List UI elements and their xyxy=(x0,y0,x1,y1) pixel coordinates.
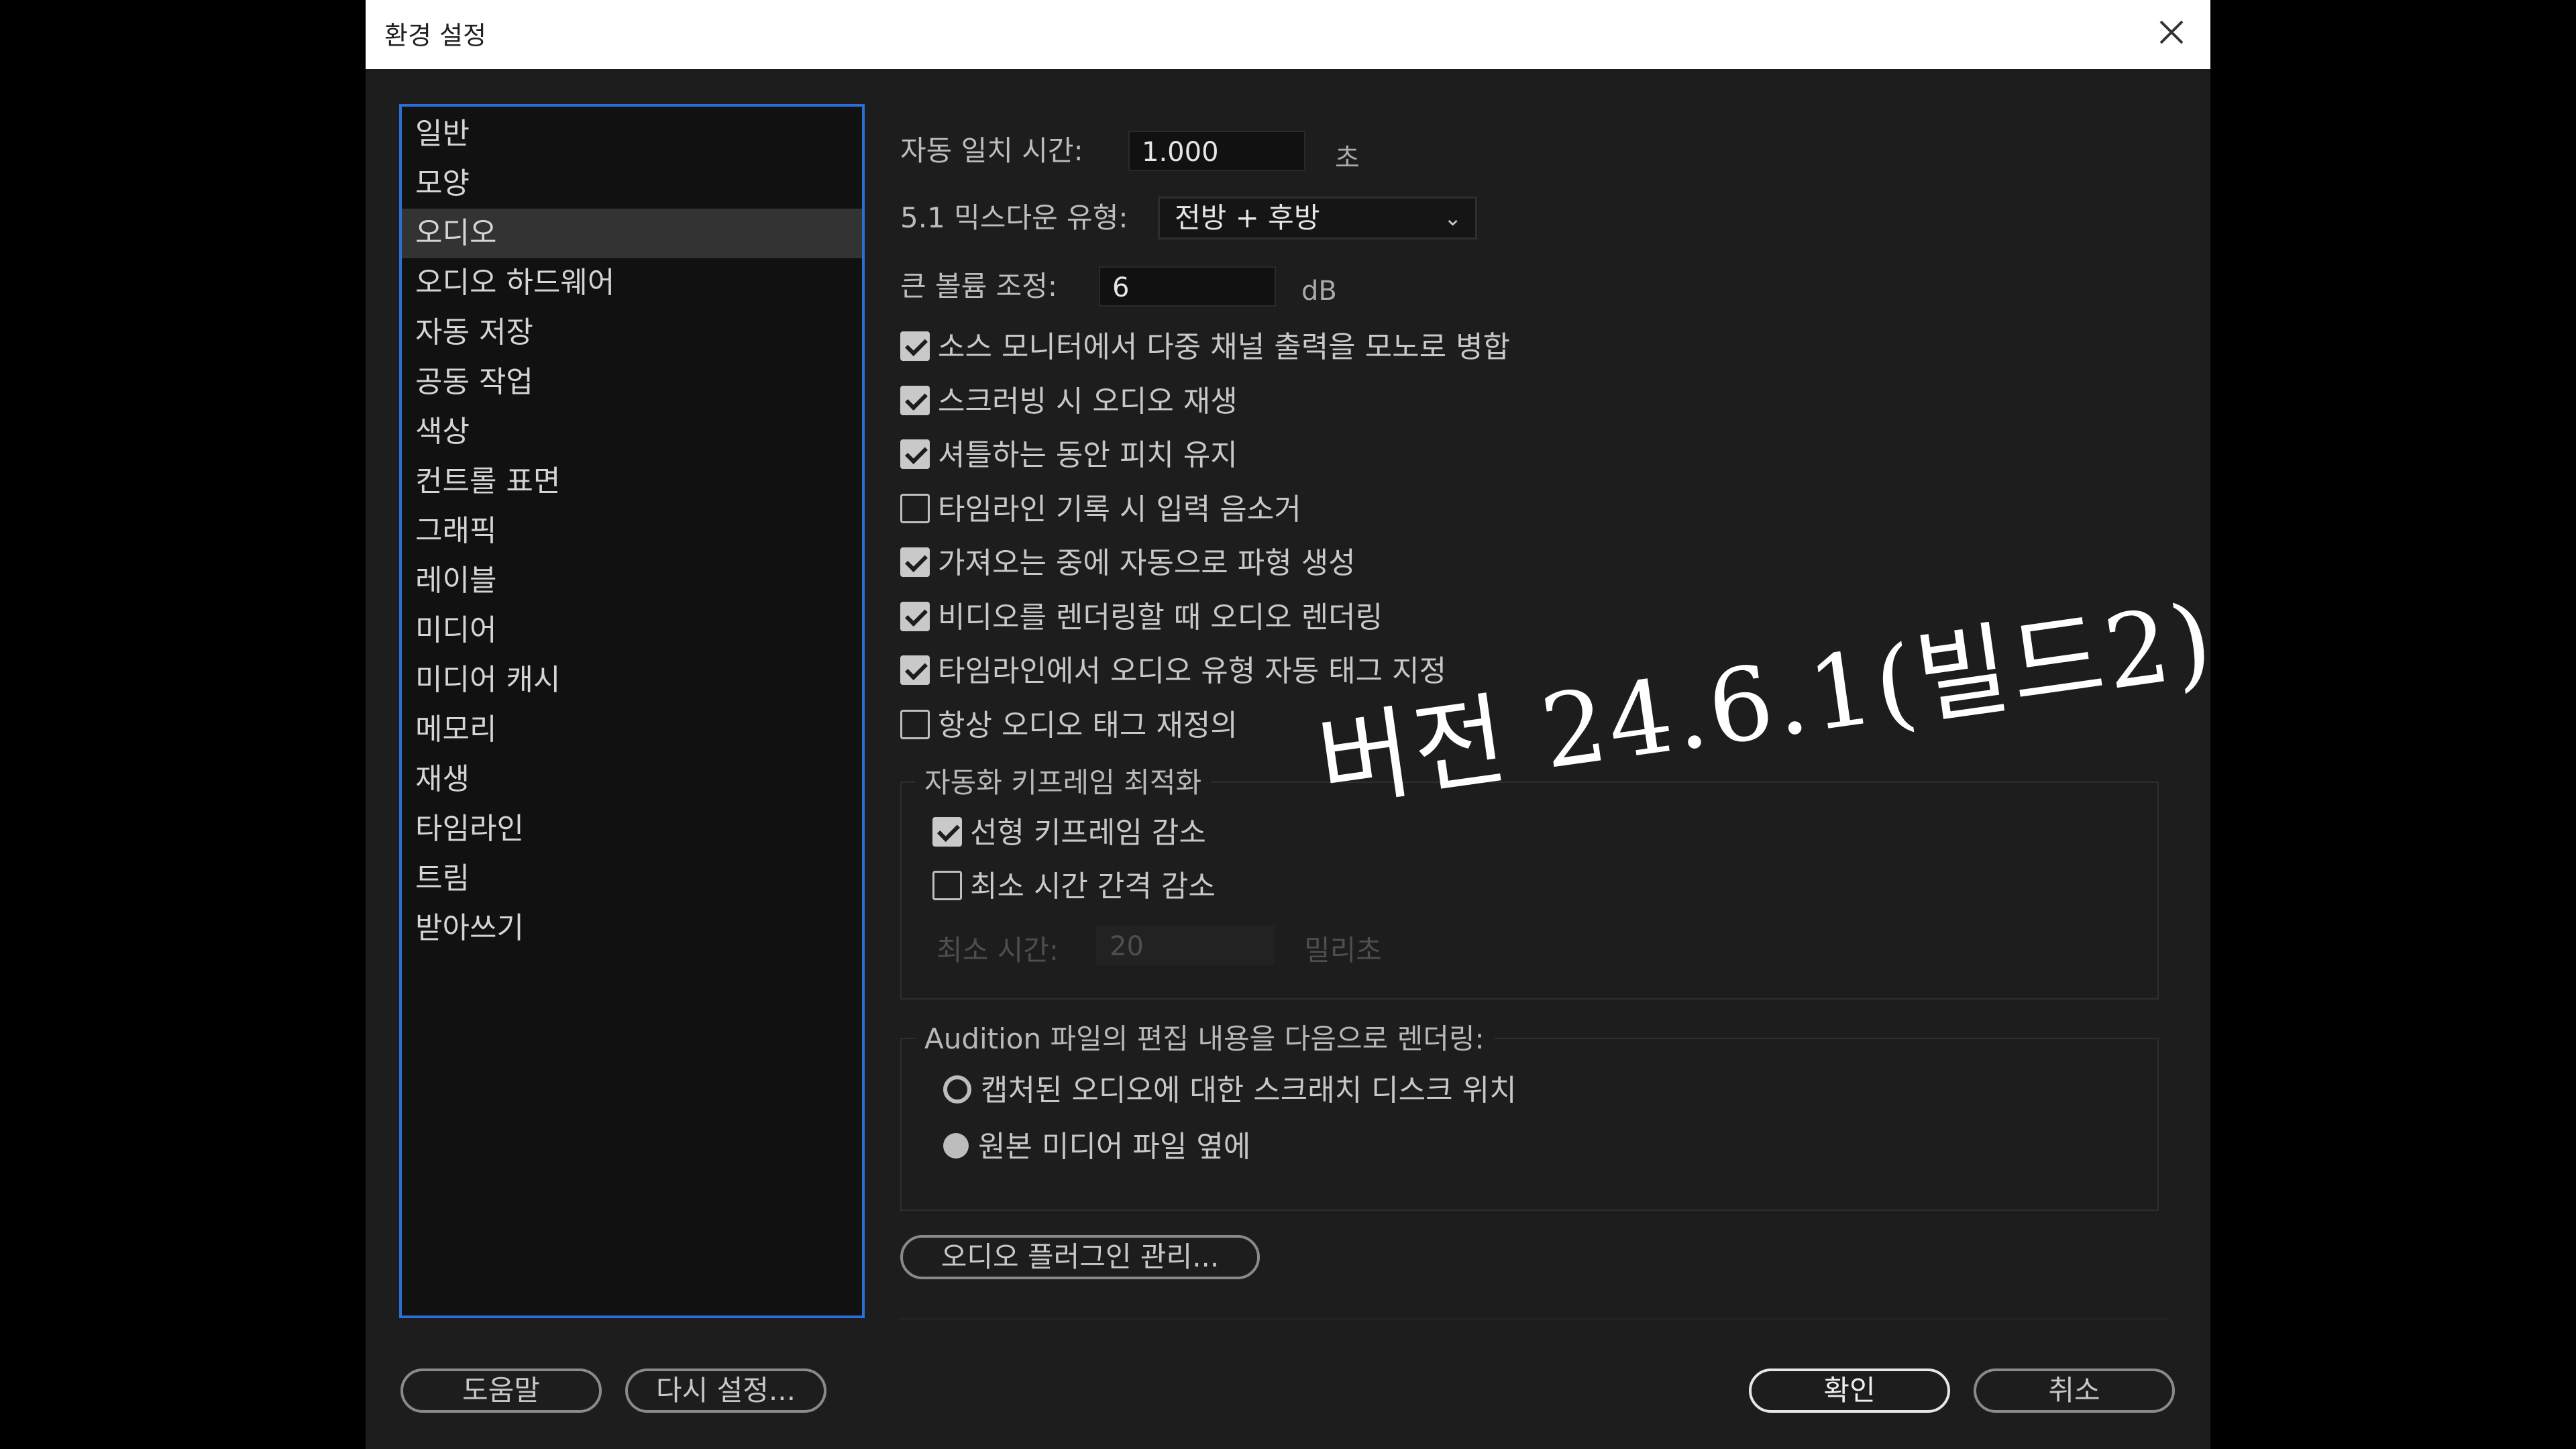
sidebar-item-appearance[interactable]: 모양 xyxy=(402,159,862,209)
keyframe-optimization-group: 자동화 키프레임 최적화 선형 키프레임 감소 최소 시간 간격 감소 최소 시… xyxy=(900,760,2159,1000)
checkbox-linear-keyframe[interactable]: 선형 키프레임 감소 xyxy=(932,810,1206,857)
reset-button[interactable]: 다시 설정... xyxy=(625,1368,826,1413)
sidebar-item-graphics[interactable]: 그래픽 xyxy=(402,506,862,556)
sidebar-item-audio[interactable]: 오디오 xyxy=(402,209,862,258)
manage-audio-plugins-button[interactable]: 오디오 플러그인 관리... xyxy=(900,1235,1260,1279)
sidebar-item-playback[interactable]: 재생 xyxy=(402,755,862,804)
sidebar-item-general[interactable]: 일반 xyxy=(402,109,862,159)
radio-selected-icon xyxy=(943,1133,969,1159)
checkbox-unchecked-icon xyxy=(932,871,962,900)
checkbox-mute-input[interactable]: 타임라인 기록 시 입력 음소거 xyxy=(900,486,1301,533)
checkbox-unchecked-icon xyxy=(900,710,930,739)
checkbox-checked-icon xyxy=(900,386,930,415)
window-title: 환경 설정 xyxy=(384,21,486,50)
auto-match-unit: 초 xyxy=(1335,143,1360,174)
checkbox-merge-mono[interactable]: 소스 모니터에서 다중 채널 출력을 모노로 병합 xyxy=(900,324,1510,371)
radio-next-to-original[interactable]: 원본 미디어 파일 옆에 xyxy=(943,1124,1250,1171)
sidebar-item-collaboration[interactable]: 공동 작업 xyxy=(402,358,862,407)
checkbox-checked-icon xyxy=(900,602,930,631)
downmix-row: 5.1 믹스다운 유형: xyxy=(900,197,1128,239)
sidebar-item-control-surface[interactable]: 컨트롤 표면 xyxy=(402,457,862,506)
checkbox-override-tag[interactable]: 항상 오디오 태그 재정의 xyxy=(900,702,1238,749)
checkbox-auto-waveform[interactable]: 가져오는 중에 자동으로 파형 생성 xyxy=(900,540,1356,587)
downmix-label: 5.1 믹스다운 유형: xyxy=(900,201,1128,234)
checkbox-min-interval[interactable]: 최소 시간 간격 감소 xyxy=(932,863,1216,910)
sidebar-item-audio-hardware[interactable]: 오디오 하드웨어 xyxy=(402,258,862,308)
auto-match-input[interactable]: 1.000 xyxy=(1128,131,1305,171)
sidebar-item-memory[interactable]: 메모리 xyxy=(402,705,862,755)
min-time-unit: 밀리초 xyxy=(1304,934,1382,967)
downmix-value: 전방 + 후방 xyxy=(1175,201,1320,234)
sidebar-item-transcription[interactable]: 받아쓰기 xyxy=(402,904,862,953)
checkbox-checked-icon xyxy=(900,655,930,685)
auto-match-row: 자동 일치 시간: xyxy=(900,129,1083,172)
title-bar: 환경 설정 xyxy=(366,0,2210,69)
checkbox-checked-icon xyxy=(900,331,930,361)
content-separator xyxy=(900,1318,2168,1320)
close-icon[interactable] xyxy=(2151,12,2192,52)
preferences-category-list: 일반 모양 오디오 오디오 하드웨어 자동 저장 공동 작업 색상 컨트롤 표면… xyxy=(399,104,865,1318)
sidebar-item-color[interactable]: 색상 xyxy=(402,407,862,457)
sidebar-item-media[interactable]: 미디어 xyxy=(402,606,862,655)
large-volume-label: 큰 볼륨 조정: xyxy=(900,270,1058,303)
sidebar-item-auto-save[interactable]: 자동 저장 xyxy=(402,308,862,358)
downmix-select[interactable]: 전방 + 후방 ⌄ xyxy=(1158,197,1477,239)
ok-button[interactable]: 확인 xyxy=(1749,1368,1950,1413)
min-time-input: 20 xyxy=(1096,925,1275,965)
checkbox-maintain-pitch[interactable]: 셔틀하는 동안 피치 유지 xyxy=(900,432,1238,479)
radio-scratch-disk[interactable]: 캡처된 오디오에 대한 스크래치 디스크 위치 xyxy=(943,1067,1517,1114)
sidebar-item-labels[interactable]: 레이블 xyxy=(402,556,862,606)
help-button[interactable]: 도움말 xyxy=(400,1368,602,1413)
audition-group-title: Audition 파일의 편집 내용을 다음으로 렌더링: xyxy=(915,1016,1494,1057)
checkbox-checked-icon xyxy=(932,817,962,847)
sidebar-item-media-cache[interactable]: 미디어 캐시 xyxy=(402,655,862,705)
large-volume-unit: dB xyxy=(1301,276,1337,307)
keyframe-group-title: 자동화 키프레임 최적화 xyxy=(915,760,1212,801)
min-time-label: 최소 시간: xyxy=(936,934,1059,967)
auto-match-label: 자동 일치 시간: xyxy=(900,134,1083,167)
checkbox-render-audio[interactable]: 비디오를 렌더링할 때 오디오 렌더링 xyxy=(900,594,1383,641)
sidebar-item-timeline[interactable]: 타임라인 xyxy=(402,804,862,854)
audition-render-group: Audition 파일의 편집 내용을 다음으로 렌더링: 캡처된 오디오에 대… xyxy=(900,1016,2159,1211)
chevron-down-icon: ⌄ xyxy=(1444,205,1462,231)
large-volume-row: 큰 볼륨 조정: xyxy=(900,265,1057,308)
checkbox-checked-icon xyxy=(900,439,930,469)
radio-unselected-icon xyxy=(943,1075,971,1104)
sidebar-item-trim[interactable]: 트림 xyxy=(402,854,862,904)
checkbox-scrub-audio[interactable]: 스크러빙 시 오디오 재생 xyxy=(900,378,1238,425)
cancel-button[interactable]: 취소 xyxy=(1974,1368,2175,1413)
checkbox-unchecked-icon xyxy=(900,494,930,523)
large-volume-input[interactable]: 6 xyxy=(1099,266,1276,307)
checkbox-checked-icon xyxy=(900,547,930,577)
